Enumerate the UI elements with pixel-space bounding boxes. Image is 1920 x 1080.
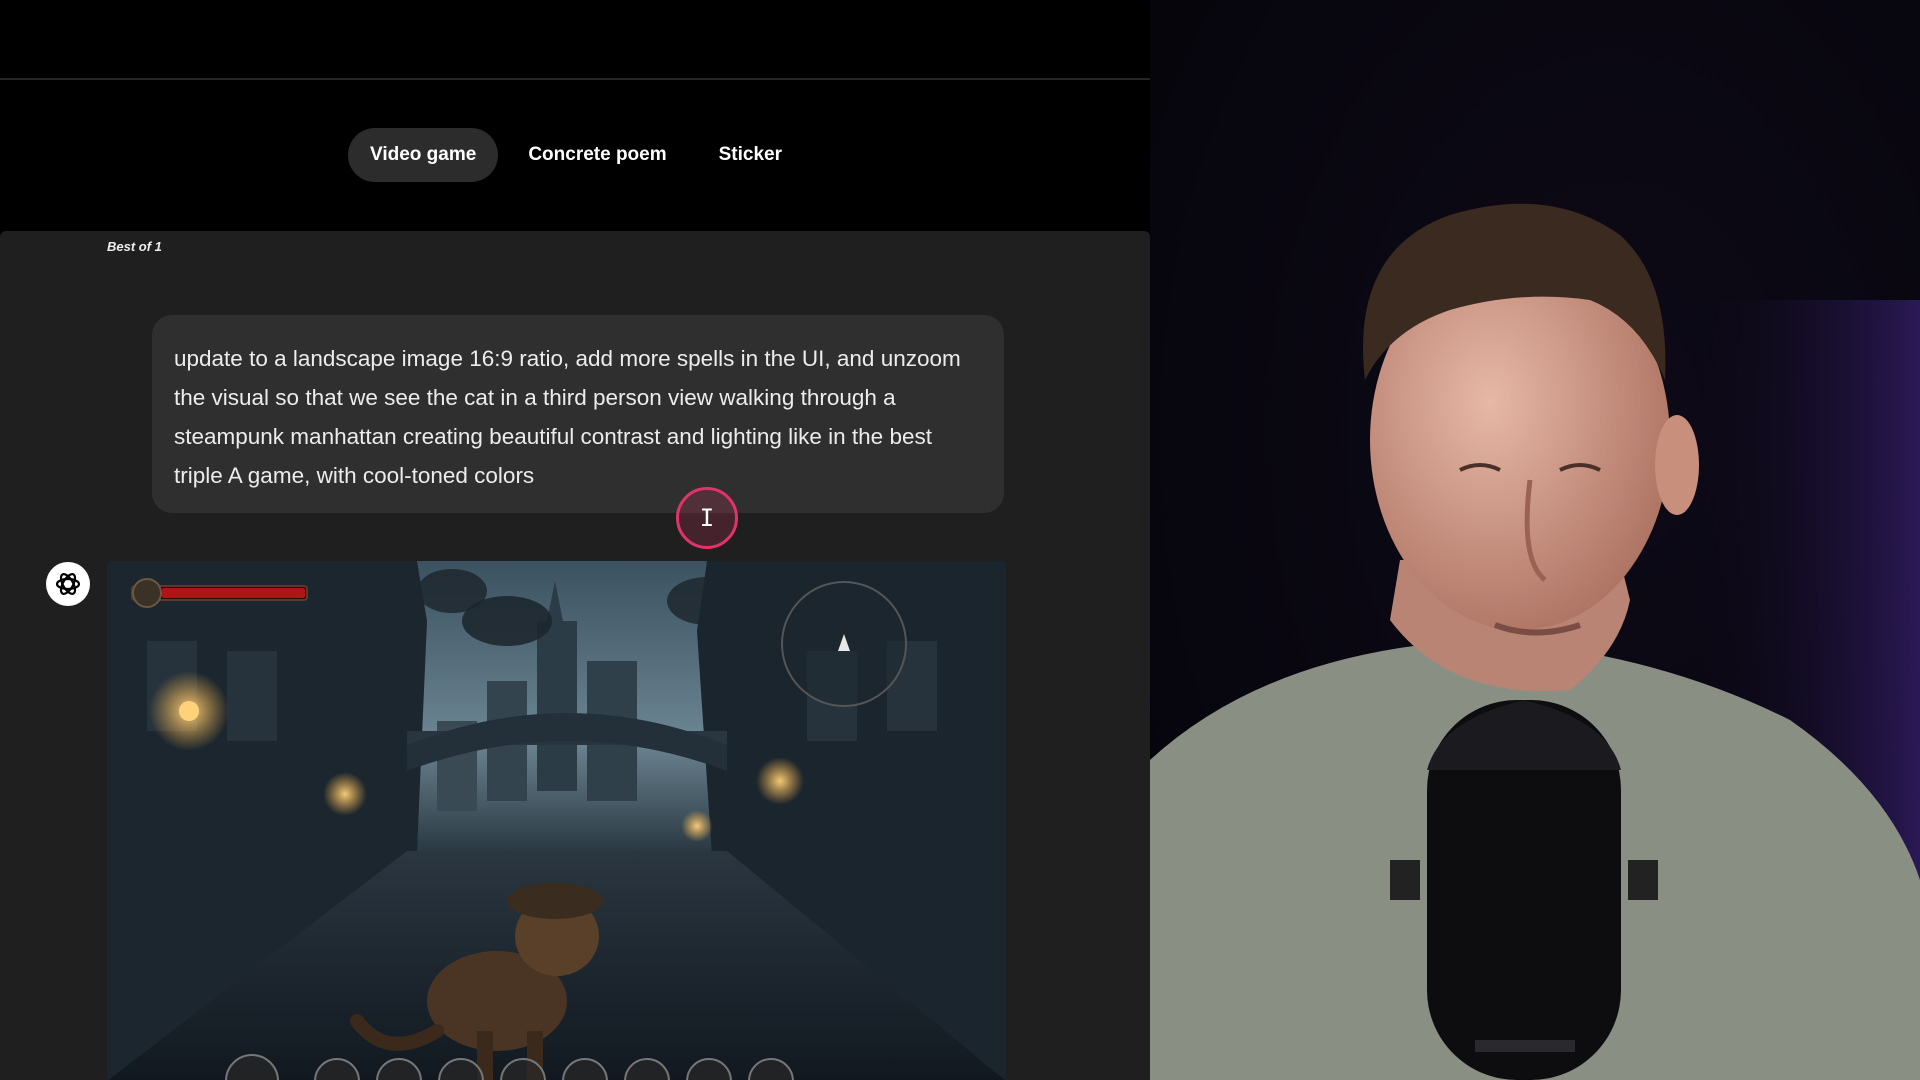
top-bar <box>0 0 1150 80</box>
chat-app-pane: Video game Concrete poem Sticker Best of… <box>0 0 1150 1080</box>
tab-sticker[interactable]: Sticker <box>697 128 804 182</box>
chat-panel: Best of 1 update to a landscape image 16… <box>0 231 1150 1080</box>
health-bar-fill <box>162 588 305 598</box>
openai-logo-icon <box>46 562 90 606</box>
generated-game-image[interactable] <box>107 561 1006 1080</box>
webcam-feed <box>1150 0 1920 1080</box>
tab-concrete-poem[interactable]: Concrete poem <box>506 128 688 182</box>
best-of-label: Best of 1 <box>107 239 162 254</box>
user-message-bubble[interactable]: update to a landscape image 16:9 ratio, … <box>152 315 1004 513</box>
tab-video-game[interactable]: Video game <box>348 128 499 182</box>
player-portrait-icon <box>132 578 162 608</box>
text-cursor-icon: I <box>676 487 738 549</box>
style-tabs: Video game Concrete poem Sticker <box>348 128 804 182</box>
